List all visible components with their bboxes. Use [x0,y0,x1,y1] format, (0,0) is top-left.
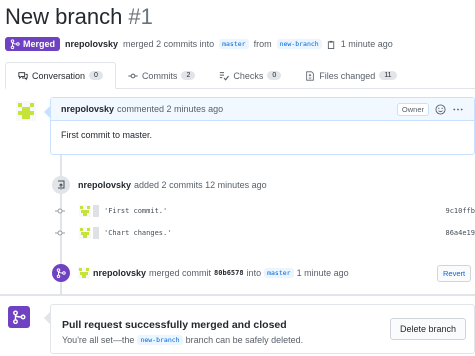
owner-badge: Owner [396,102,429,116]
commit-author-avatar-shadow [93,205,99,217]
timeline-divider [0,294,475,300]
merged-state-label: Merged [23,39,56,49]
kebab-horizontal-icon[interactable] [452,104,464,115]
smiley-icon[interactable] [435,103,446,115]
delete-branch-button[interactable]: Delete branch [389,318,466,340]
merged-commits-text: merged 2 commits into [123,39,215,49]
comment-discussion-icon [18,71,28,80]
commit-message-link[interactable]: 'First commit.' [104,207,167,215]
head-branch[interactable]: new-branch [276,39,322,49]
commits-added-event: nrepolovsky added 2 commits 12 minutes a… [52,176,267,194]
commit-message-link[interactable]: 'Chart changes.' [104,229,171,237]
revert-button[interactable]: Revert [437,265,472,282]
comment-box: nrepolovsky commented 2 minutes ago Owne… [50,97,475,155]
commit-sha-link[interactable]: 86a4e19 [445,229,475,237]
tab-counter: 2 [181,71,196,80]
tab-counter: 0 [89,71,103,80]
git-merge-icon [56,268,66,278]
merge-target-branch[interactable]: master [264,268,294,278]
status-sub-prefix: You're all set—the [62,335,135,345]
tab-commits[interactable]: Commits 2 [116,62,207,89]
commit-author-avatar-shadow [93,227,99,239]
tab-label: Files changed [319,70,376,81]
merged-status-icon-box [8,306,30,328]
user-avatar[interactable] [16,101,36,121]
commits-event-text: added 2 commits 12 minutes ago [134,180,267,190]
comment-header: nrepolovsky commented 2 minutes ago Owne… [51,98,474,121]
merge-time: 1 minute ago [340,39,393,49]
commits-event-author[interactable]: nrepolovsky [78,180,131,190]
commit-author-avatar[interactable] [79,205,91,217]
comment-author[interactable]: nrepolovsky [61,104,114,114]
pr-number: #1 [128,4,153,29]
base-branch[interactable]: master [219,39,249,49]
merge-event-time[interactable]: 1 minute ago [297,268,349,278]
comment-time[interactable]: commented 2 minutes ago [117,104,223,114]
repo-push-badge [52,176,70,194]
tab-files-changed[interactable]: Files changed 11 [293,62,408,89]
merge-event-badge [52,264,70,282]
repo-push-icon [58,180,65,190]
from-text: from [253,39,272,49]
merged-status-title: Pull request successfully merged and clo… [62,319,287,331]
pr-meta: Merged nrepolovsky merged 2 commits into… [5,37,393,51]
git-commit-icon [55,208,65,214]
merge-commit-sha[interactable]: 80b6578 [214,269,244,277]
status-sub-suffix: branch can be safely deleted. [185,335,304,345]
merge-event: nrepolovsky merged commit 80b6578 into m… [52,264,349,282]
commit-author-avatar[interactable] [79,227,91,239]
pr-tabs: Conversation 0 Commits 2 Checks 0 Files … [5,62,475,89]
tab-conversation[interactable]: Conversation 0 [5,62,116,89]
tab-label: Commits [141,70,178,81]
merge-author-avatar[interactable] [78,267,90,279]
tab-counter: 11 [379,71,397,80]
merge-event-text: merged commit [149,268,212,278]
file-diff-icon [306,70,315,81]
merged-status-subtitle: You're all set—the new-branch branch can… [62,335,303,345]
status-branch[interactable]: new-branch [137,335,183,345]
comment-body: First commit to master. [61,130,153,140]
git-merge-icon [10,39,20,49]
git-commit-icon [128,73,138,78]
commit-row: 'Chart changes.' 86a4e19 [55,225,475,241]
git-merge-icon [13,310,26,324]
commit-row: 'First commit.' 9c10ffb [55,203,475,219]
tab-counter: 0 [267,71,282,80]
merged-state-badge: Merged [5,37,61,51]
merged-status-box: Pull request successfully merged and clo… [50,304,475,354]
merge-event-author[interactable]: nrepolovsky [93,268,146,278]
checklist-icon [220,71,230,81]
pr-title: New branch [5,4,123,29]
pr-title-row: New branch #1 [5,4,153,34]
git-commit-icon [55,230,65,236]
pr-author-link[interactable]: nrepolovsky [65,39,118,49]
tab-checks[interactable]: Checks 0 [207,62,293,89]
tab-label: Conversation [32,70,86,81]
commit-sha-link[interactable]: 9c10ffb [445,207,475,215]
merge-into-text: into [246,268,262,278]
tab-label: Checks [233,70,264,81]
clipboard-icon[interactable] [327,40,336,49]
